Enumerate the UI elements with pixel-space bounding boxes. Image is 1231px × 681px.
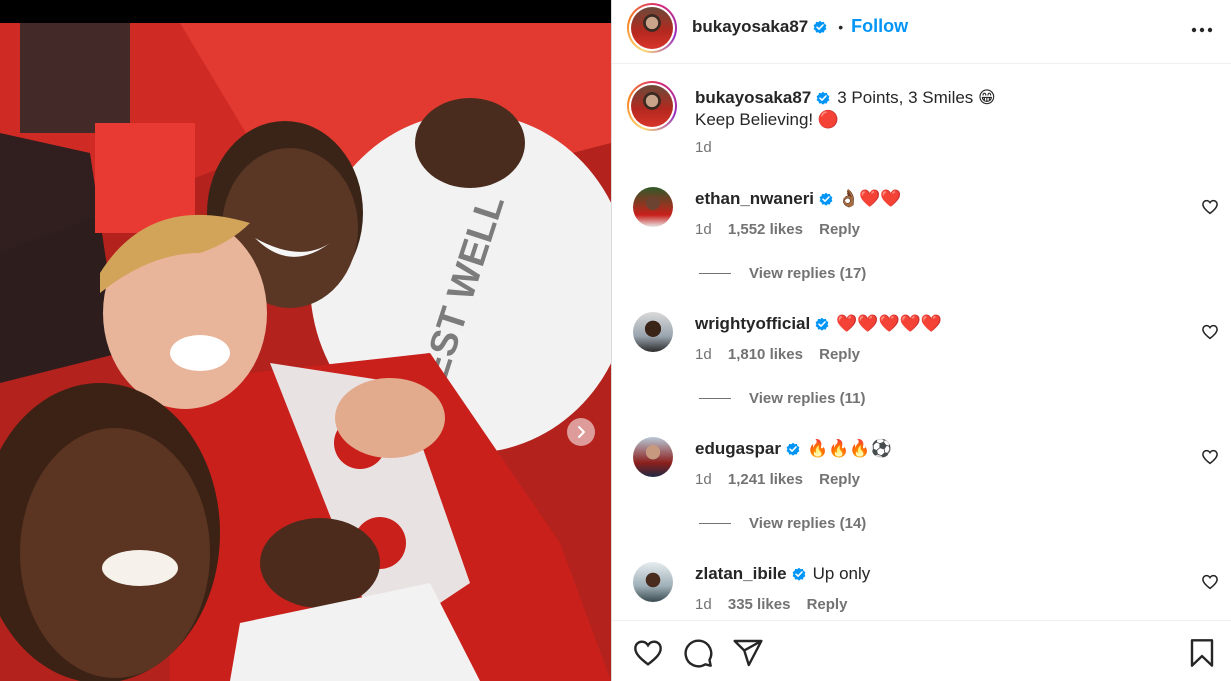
comment-likes[interactable]: 1,241 likes [728, 471, 803, 488]
caption-line-1: 3 Points, 3 Smiles 😁 [837, 88, 996, 107]
more-options-icon [1191, 27, 1213, 33]
comment-reply-button[interactable]: Reply [819, 346, 860, 363]
comment-reply-button[interactable]: Reply [819, 471, 860, 488]
comment-heart-icon[interactable] [1201, 323, 1219, 341]
verified-badge-icon [813, 20, 827, 34]
comment-username[interactable]: ethan_nwaneri [695, 189, 814, 209]
follow-button[interactable]: Follow [851, 16, 908, 37]
author-username[interactable]: bukayosaka87 [692, 17, 808, 37]
commenter-avatar[interactable] [633, 437, 673, 477]
share-icon[interactable] [732, 637, 764, 669]
post-media: EST WELL [0, 0, 611, 681]
verified-badge-icon [816, 91, 830, 105]
post-header: bukayosaka87 • Follow [612, 0, 1231, 64]
post-photo[interactable]: EST WELL [0, 23, 611, 681]
comment-reply-button[interactable]: Reply [819, 221, 860, 238]
comment-likes[interactable]: 1,810 likes [728, 346, 803, 363]
comment-username[interactable]: edugaspar [695, 439, 781, 459]
more-options-button[interactable] [1190, 18, 1214, 42]
comment-meta: 1d 1,552 likes Reply [695, 221, 860, 238]
verified-badge-icon [815, 317, 829, 331]
media-top-bar [0, 0, 611, 23]
caption-username[interactable]: bukayosaka87 [695, 87, 811, 109]
comment-meta: 1d 1,241 likes Reply [695, 471, 860, 488]
commenter-avatar[interactable] [633, 562, 673, 602]
comment-meta: 1d 1,810 likes Reply [695, 346, 860, 363]
comment-likes[interactable]: 1,552 likes [728, 221, 803, 238]
post-action-bar [612, 620, 1231, 681]
view-replies-button[interactable]: View replies (17) [699, 265, 866, 282]
comment-text: ❤️❤️❤️❤️❤️ [836, 314, 943, 333]
comment-timestamp: 1d [695, 596, 712, 613]
verified-badge-icon [819, 192, 833, 206]
comment-timestamp: 1d [695, 221, 712, 238]
verified-badge-icon [792, 567, 806, 581]
comment-text: 👌🏾❤️❤️ [838, 189, 902, 208]
comment-heart-icon[interactable] [1201, 573, 1219, 591]
commenter-avatar[interactable] [633, 312, 673, 352]
caption-line-2: Keep Believing! 🔴 [695, 110, 840, 129]
chevron-right-icon [578, 426, 585, 438]
comment-heart-icon[interactable] [1201, 198, 1219, 216]
comment-heart-icon[interactable] [1201, 448, 1219, 466]
comment-likes[interactable]: 335 likes [728, 596, 791, 613]
comment-meta: 1d 335 likes Reply [695, 596, 847, 613]
caption-timestamp: 1d [695, 139, 712, 156]
comment-timestamp: 1d [695, 346, 712, 363]
heart-icon[interactable] [632, 637, 664, 669]
comment-icon[interactable] [682, 637, 714, 669]
post-side-panel: bukayosaka87 • Follow bukayosaka87 3 Poi… [611, 0, 1231, 681]
header-separator: • [838, 18, 844, 35]
view-replies-line [699, 523, 731, 524]
bookmark-icon[interactable] [1186, 637, 1218, 669]
comment-reply-button[interactable]: Reply [807, 596, 848, 613]
view-replies-line [699, 273, 731, 274]
view-replies-button[interactable]: View replies (14) [699, 515, 866, 532]
comment-timestamp: 1d [695, 471, 712, 488]
view-replies-label: View replies (14) [749, 515, 867, 532]
view-replies-line [699, 398, 731, 399]
comment-username[interactable]: zlatan_ibile [695, 564, 787, 584]
comment-text: Up only [812, 564, 871, 583]
view-replies-label: View replies (11) [749, 390, 866, 407]
comment-username[interactable]: wrightyofficial [695, 314, 810, 334]
comment-text: 🔥🔥🔥⚽ [806, 439, 892, 458]
commenter-avatar[interactable] [633, 187, 673, 227]
author-avatar[interactable] [627, 3, 677, 53]
next-slide-button[interactable] [567, 418, 595, 446]
verified-badge-icon [786, 442, 800, 456]
caption-author-avatar[interactable] [627, 81, 677, 131]
photo-illustration: EST WELL [0, 23, 611, 681]
view-replies-button[interactable]: View replies (11) [699, 390, 865, 407]
view-replies-label: View replies (17) [749, 265, 867, 282]
